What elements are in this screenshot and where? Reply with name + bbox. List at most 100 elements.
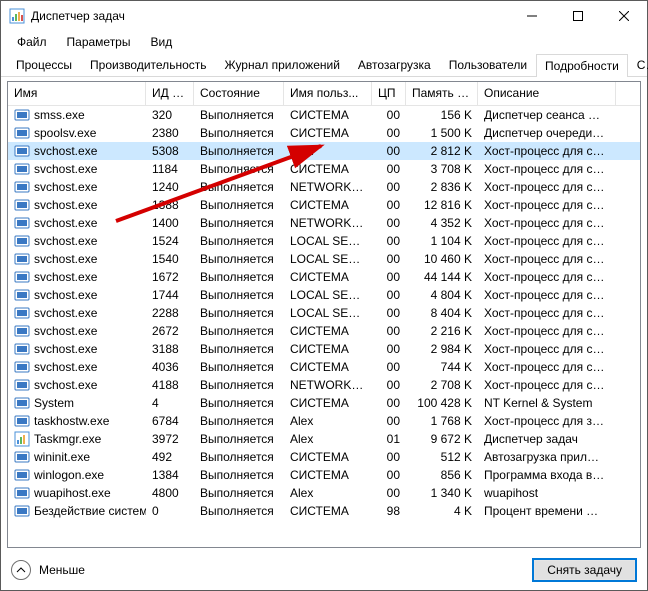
table-row[interactable]: svchost.exe4036ВыполняетсяСИСТЕМА00744 K…: [8, 358, 640, 376]
tab-services[interactable]: С…: [628, 53, 648, 76]
cell-state: Выполняется: [194, 504, 284, 518]
tab-app-history[interactable]: Журнал приложений: [216, 53, 349, 76]
cell-description: Хост-процесс для с…: [478, 288, 616, 302]
cell-state: Выполняется: [194, 414, 284, 428]
menu-file[interactable]: Файл: [7, 33, 57, 51]
cell-description: Процент времени …: [478, 504, 616, 518]
table-row[interactable]: taskhostw.exe6784ВыполняетсяAlex001 768 …: [8, 412, 640, 430]
cell-name: svchost.exe: [8, 233, 146, 249]
table-row[interactable]: svchost.exe1672ВыполняетсяСИСТЕМА0044 14…: [8, 268, 640, 286]
window-controls: [509, 1, 647, 31]
table-row[interactable]: svchost.exe5308ВыполняетсяAlex002 812 KХ…: [8, 142, 640, 160]
end-task-button[interactable]: Снять задачу: [532, 558, 637, 582]
cell-state: Выполняется: [194, 144, 284, 158]
cell-name: wuapihost.exe: [8, 485, 146, 501]
col-name[interactable]: Имя: [8, 82, 146, 105]
table-row[interactable]: svchost.exe1184ВыполняетсяСИСТЕМА003 708…: [8, 160, 640, 178]
cell-name: svchost.exe: [8, 377, 146, 393]
cell-description: Хост-процесс для с…: [478, 144, 616, 158]
fewer-details-button[interactable]: Меньше: [11, 560, 85, 580]
cell-pid: 1240: [146, 180, 194, 194]
tab-details[interactable]: Подробности: [536, 54, 628, 77]
cell-description: Программа входа в…: [478, 468, 616, 482]
column-headers: Имя ИД п... Состояние Имя польз... ЦП Па…: [8, 82, 640, 106]
table-row[interactable]: svchost.exe3188ВыполняетсяСИСТЕМА002 984…: [8, 340, 640, 358]
process-icon: [14, 161, 30, 177]
table-row[interactable]: svchost.exe4188ВыполняетсяNETWORK…002 70…: [8, 376, 640, 394]
cell-name: svchost.exe: [8, 197, 146, 213]
cell-name: System: [8, 395, 146, 411]
cell-state: Выполняется: [194, 108, 284, 122]
tab-startup[interactable]: Автозагрузка: [349, 53, 440, 76]
col-description[interactable]: Описание: [478, 82, 616, 105]
maximize-button[interactable]: [555, 1, 601, 31]
process-icon: [14, 215, 30, 231]
cell-user: СИСТЕМА: [284, 342, 372, 356]
col-state[interactable]: Состояние: [194, 82, 284, 105]
cell-name: svchost.exe: [8, 161, 146, 177]
cell-user: СИСТЕМА: [284, 396, 372, 410]
cell-pid: 1744: [146, 288, 194, 302]
minimize-button[interactable]: [509, 1, 555, 31]
cell-description: Диспетчер задач: [478, 432, 616, 446]
table-row[interactable]: svchost.exe1400ВыполняетсяNETWORK…004 35…: [8, 214, 640, 232]
table-row[interactable]: wuapihost.exe4800ВыполняетсяAlex001 340 …: [8, 484, 640, 502]
cell-user: СИСТЕМА: [284, 324, 372, 338]
process-icon: [14, 395, 30, 411]
table-row[interactable]: svchost.exe2672ВыполняетсяСИСТЕМА002 216…: [8, 322, 640, 340]
table-row[interactable]: Бездействие системы0ВыполняетсяСИСТЕМА98…: [8, 502, 640, 520]
table-row[interactable]: spoolsv.exe2380ВыполняетсяСИСТЕМА001 500…: [8, 124, 640, 142]
cell-state: Выполняется: [194, 162, 284, 176]
cell-pid: 492: [146, 450, 194, 464]
table-row[interactable]: wininit.exe492ВыполняетсяСИСТЕМА00512 KА…: [8, 448, 640, 466]
cell-pid: 5308: [146, 144, 194, 158]
cell-name: svchost.exe: [8, 215, 146, 231]
col-memory[interactable]: Память (ч...: [406, 82, 478, 105]
cell-memory: 12 816 K: [406, 198, 478, 212]
cell-user: СИСТЕМА: [284, 162, 372, 176]
table-row[interactable]: svchost.exe1524ВыполняетсяLOCAL SE…001 1…: [8, 232, 640, 250]
cell-memory: 856 K: [406, 468, 478, 482]
table-row[interactable]: smss.exe320ВыполняетсяСИСТЕМА00156 KДисп…: [8, 106, 640, 124]
col-cpu[interactable]: ЦП: [372, 82, 406, 105]
footer: Меньше Снять задачу: [1, 550, 647, 590]
tab-users[interactable]: Пользователи: [440, 53, 536, 76]
cell-name: svchost.exe: [8, 269, 146, 285]
cell-user: СИСТЕМА: [284, 126, 372, 140]
cell-cpu: 00: [372, 450, 406, 464]
cell-user: LOCAL SE…: [284, 234, 372, 248]
tab-performance[interactable]: Производительность: [81, 53, 215, 76]
table-row[interactable]: svchost.exe1388ВыполняетсяСИСТЕМА0012 81…: [8, 196, 640, 214]
table-row[interactable]: svchost.exe1744ВыполняетсяLOCAL SE…004 8…: [8, 286, 640, 304]
table-row[interactable]: Taskmgr.exe3972ВыполняетсяAlex019 672 KД…: [8, 430, 640, 448]
chevron-up-icon: [11, 560, 31, 580]
rows-container[interactable]: smss.exe320ВыполняетсяСИСТЕМА00156 KДисп…: [8, 106, 640, 547]
tab-processes[interactable]: Процессы: [7, 53, 81, 76]
cell-name: svchost.exe: [8, 179, 146, 195]
process-icon: [14, 503, 30, 519]
cell-cpu: 00: [372, 216, 406, 230]
cell-user: СИСТЕМА: [284, 270, 372, 284]
table-row[interactable]: svchost.exe1240ВыполняетсяNETWORK…002 83…: [8, 178, 640, 196]
cell-memory: 44 144 K: [406, 270, 478, 284]
cell-pid: 4: [146, 396, 194, 410]
app-icon: [9, 8, 25, 24]
process-icon: [14, 377, 30, 393]
cell-pid: 1400: [146, 216, 194, 230]
cell-user: Alex: [284, 432, 372, 446]
menu-view[interactable]: Вид: [140, 33, 182, 51]
table-row[interactable]: winlogon.exe1384ВыполняетсяСИСТЕМА00856 …: [8, 466, 640, 484]
cell-user: NETWORK…: [284, 180, 372, 194]
col-user[interactable]: Имя польз...: [284, 82, 372, 105]
close-button[interactable]: [601, 1, 647, 31]
cell-cpu: 00: [372, 252, 406, 266]
menu-options[interactable]: Параметры: [57, 33, 141, 51]
cell-user: LOCAL SE…: [284, 288, 372, 302]
table-row[interactable]: System4ВыполняетсяСИСТЕМА00100 428 KNT K…: [8, 394, 640, 412]
process-icon: [14, 485, 30, 501]
table-row[interactable]: svchost.exe2288ВыполняетсяLOCAL SE…008 4…: [8, 304, 640, 322]
table-row[interactable]: svchost.exe1540ВыполняетсяLOCAL SE…0010 …: [8, 250, 640, 268]
cell-description: Диспетчер сеанса …: [478, 108, 616, 122]
col-pid[interactable]: ИД п...: [146, 82, 194, 105]
cell-description: NT Kernel & System: [478, 396, 616, 410]
